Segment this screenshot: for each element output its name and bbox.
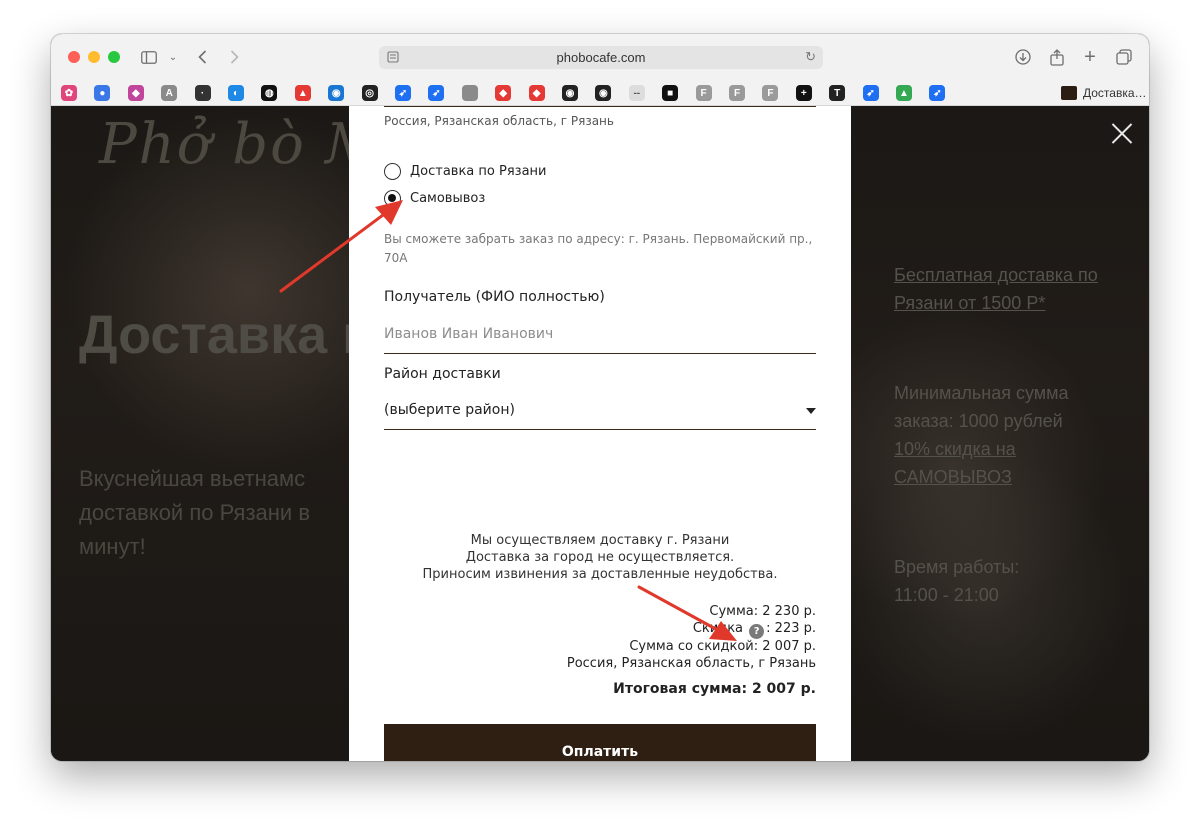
back-icon[interactable] <box>191 46 213 68</box>
multicolor-flower-icon[interactable]: ✿ <box>61 85 77 101</box>
triangle-icon[interactable]: ▲ <box>294 85 311 101</box>
pickup-option-label: Самовывоз <box>410 191 486 206</box>
globe-icon[interactable]: ◍ <box>261 85 278 101</box>
page-icon <box>387 51 399 63</box>
discount-link[interactable]: 10% скидка на САМОВЫВОЗ <box>894 436 1074 492</box>
camera-icon[interactable]: ◉ <box>562 85 578 101</box>
pickup-option-radio[interactable]: Самовывоз <box>384 190 485 207</box>
sum-line: Сумма: 2 230 р. <box>709 604 816 619</box>
favorites-bar: ➶ ▲ ➶ T + F F F ■ -- ◉ ◉ ◆ ◆ ➶ ➶ ◎ ◉ ▲ ◍ ◐ · A ◆ ● ✿ Доставка… <box>51 80 1149 106</box>
caret-down-icon <box>806 408 816 414</box>
url-text: phobocafe.com <box>556 50 646 65</box>
letter-f-icon[interactable]: F <box>762 85 779 101</box>
discount-line: Скидка ?: 223 р. <box>693 621 816 639</box>
order-modal: Россия, Рязанская область, г Рязань Дост… <box>349 106 851 761</box>
chevron-down-icon[interactable]: ⌄ <box>162 46 184 68</box>
region-line: Россия, Рязанская область, г Рязань <box>566 656 816 671</box>
info-line: Мы осуществляем доставку г. Рязани <box>470 533 730 548</box>
delivery-option-radio[interactable]: Доставка по Рязани <box>384 163 546 180</box>
delivery-option-label: Доставка по Рязани <box>410 164 547 179</box>
red-diamond-icon[interactable]: ◆ <box>528 85 545 101</box>
chrome-like-icon[interactable]: ● <box>94 85 111 101</box>
hours-label: Время работы: <box>894 557 1020 577</box>
apple-icon[interactable] <box>461 85 478 101</box>
delivery-info: Мы осуществляем доставку г. Рязани Доста… <box>384 532 816 583</box>
info-line: Приносим извинения за доставленные неудо… <box>422 567 778 583</box>
district-select[interactable]: (выберите район) <box>384 396 816 430</box>
min-sum-text: Минимальная сумма заказа: 1000 рублей <box>894 383 1069 431</box>
dark-square-icon[interactable]: · <box>194 85 211 101</box>
radio-selected[interactable] <box>384 190 401 207</box>
free-delivery-link[interactable]: Бесплатная доставка по Рязани от 1500 Р* <box>894 262 1124 318</box>
total-line: Итоговая сумма: 2 007 р. <box>613 681 816 697</box>
page-content: Phở bò №1 Доставка из Фобо Вкуснейшая вь… <box>51 106 1149 761</box>
bird-icon[interactable]: ➶ <box>395 85 411 101</box>
discount-label: Скидка <box>692 621 744 636</box>
letter-a-icon[interactable]: A <box>161 85 178 101</box>
tab-overview-icon[interactable] <box>1113 46 1135 68</box>
dashes-icon[interactable]: -- <box>628 85 645 101</box>
hero-headline: Доставка из Фобо <box>79 305 379 365</box>
dark-app-icon[interactable]: ■ <box>662 85 679 101</box>
open-tab[interactable]: Доставка… <box>1061 83 1147 103</box>
info-line: Доставка за город не осуществляется. <box>465 550 735 566</box>
hours-value: 11:00 - 21:00 <box>894 585 999 605</box>
forward-icon[interactable] <box>223 46 245 68</box>
close-window-button[interactable] <box>68 51 80 63</box>
plus-icon[interactable]: + <box>795 85 812 101</box>
pay-button[interactable]: Оплатить <box>384 724 816 761</box>
district-select-value: (выберите район) <box>384 402 515 418</box>
pill-icon[interactable]: ◆ <box>127 85 144 101</box>
tab-title: Доставка… <box>1083 86 1147 100</box>
radio-unselected[interactable] <box>384 163 401 180</box>
owl-icon[interactable]: ◉ <box>328 85 345 101</box>
bird-icon[interactable]: ➶ <box>929 85 946 101</box>
bird-icon[interactable]: ➶ <box>428 85 445 101</box>
tab-favicon <box>1061 86 1077 100</box>
help-icon[interactable]: ? <box>749 624 765 639</box>
camera-icon[interactable]: ◉ <box>595 85 612 101</box>
district-label: Район доставки <box>384 366 501 382</box>
field-underline <box>384 106 816 107</box>
reload-icon[interactable]: ↻ <box>805 49 816 65</box>
hero-subtitle: Вкуснейшая вьетнамс доставкой по Рязани … <box>79 466 311 560</box>
browser-window: ⌄ phobocafe.com ↻ + ➶ ▲ ➶ T + F F F ■ -- ◉ ◉ ◆ ◆ ➶ ➶ ◎ ◉ ▲… <box>51 34 1149 761</box>
spiral-icon[interactable]: ◎ <box>361 85 378 101</box>
drive-icon[interactable]: ▲ <box>896 85 912 101</box>
browser-toolbar: ⌄ phobocafe.com ↻ + <box>51 34 1149 80</box>
zoom-window-button[interactable] <box>108 51 120 63</box>
pickup-address-note: Вы сможете забрать заказ по адресу: г. Р… <box>384 232 813 266</box>
red-diamond-icon[interactable]: ◆ <box>495 85 512 101</box>
close-modal-icon[interactable] <box>1111 122 1133 144</box>
discount-value: : 223 р. <box>766 621 816 636</box>
minimize-window-button[interactable] <box>88 51 100 63</box>
letter-t-icon[interactable]: T <box>829 85 846 101</box>
address-text: Россия, Рязанская область, г Рязань <box>384 114 614 128</box>
downloads-icon[interactable] <box>1012 46 1034 68</box>
new-tab-icon[interactable]: + <box>1079 46 1101 68</box>
discounted-sum-line: Сумма со скидкой: 2 007 р. <box>629 639 816 654</box>
recipient-input[interactable]: Иванов Иван Иванович <box>384 320 816 354</box>
window-controls <box>68 51 120 63</box>
share-icon[interactable] <box>1046 46 1068 68</box>
bird-icon[interactable]: ➶ <box>862 85 879 101</box>
sidebar-toggle-icon[interactable] <box>138 46 160 68</box>
blue-swirl-icon[interactable]: ◐ <box>228 85 244 101</box>
address-bar[interactable]: phobocafe.com ↻ <box>379 46 823 69</box>
recipient-label: Получатель (ФИО полностью) <box>384 289 605 305</box>
letter-f-icon[interactable]: F <box>695 85 712 101</box>
letter-f-icon[interactable]: F <box>729 85 745 101</box>
